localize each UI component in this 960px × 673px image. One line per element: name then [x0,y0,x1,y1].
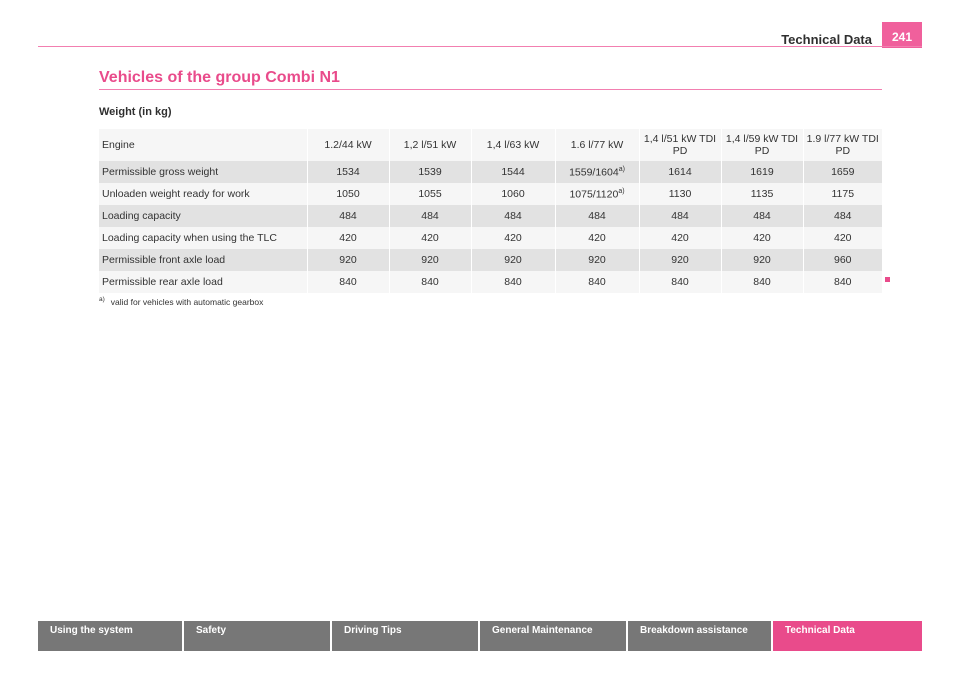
column-header: 1.6 l/77 kW [555,129,640,161]
table-cell: 1614 [639,161,722,183]
header-divider [38,46,922,47]
table-cell: 1050 [307,183,390,205]
table-cell: 1135 [721,183,804,205]
row-label: Unloaden weight ready for work [99,183,308,205]
column-header: 1,4 l/51 kW TDI PD [639,129,722,161]
table-cell: 484 [555,205,640,227]
section-title: Vehicles of the group Combi N1 [99,69,340,86]
table-cell: 420 [639,227,722,249]
table-cell: 484 [471,205,556,227]
table-cell: 1544 [471,161,556,183]
footnote-ref: a) [618,165,625,173]
table-row: Unloaden weight ready for work 1050 1055… [99,183,882,205]
table-cell: 920 [307,249,390,271]
table-cell: 1060 [471,183,556,205]
table-cell: 420 [389,227,472,249]
column-header: 1,4 l/63 kW [471,129,556,161]
table-cell: 1055 [389,183,472,205]
page-number: 241 [882,22,922,48]
nav-tab-using-the-system[interactable]: Using the system [38,621,184,651]
column-header: 1.2/44 kW [307,129,390,161]
table-cell: 1659 [831,166,855,178]
row-label: Permissible gross weight [99,161,308,183]
table-cell: 920 [721,249,804,271]
table-cell: 920 [555,249,640,271]
table-cell: 484 [639,205,722,227]
table-cell: 484 [389,205,472,227]
column-header: Engine [99,129,308,161]
table-row: Loading capacity when using the TLC 420 … [99,227,882,249]
table-cell: 484 [833,210,852,222]
table-cell: 420 [471,227,556,249]
table-cell: 420 [307,227,390,249]
table-cell: 920 [389,249,472,271]
table-cell: 1559/1604a) [555,161,640,183]
table-cell: 420 [833,232,852,244]
table-cell: 1075/1120a) [555,183,640,205]
table-row: Permissible gross weight 1534 1539 1544 … [99,161,882,183]
table-cell: 420 [555,227,640,249]
column-header: 1,2 l/51 kW [389,129,472,161]
nav-tab-general-maintenance[interactable]: General Maintenance [480,621,628,651]
footnote-text: valid for vehicles with automatic gearbo… [110,296,264,307]
chapter-nav: Using the system Safety Driving Tips Gen… [38,621,922,651]
table-cell: 1175 [831,188,855,200]
table-cell: 840 [721,271,804,293]
section-end-marker [885,277,890,282]
table-header-row: Engine 1.2/44 kW 1,2 l/51 kW 1,4 l/63 kW… [99,129,882,161]
table-subheading: Weight (in kg) [99,106,172,118]
table-cell: 840 [639,271,722,293]
row-label: Loading capacity [99,205,308,227]
weight-table: Engine 1.2/44 kW 1,2 l/51 kW 1,4 l/63 kW… [99,129,882,293]
nav-tab-breakdown-assistance[interactable]: Breakdown assistance [628,621,773,651]
nav-tab-safety[interactable]: Safety [184,621,332,651]
table-cell: 484 [721,205,804,227]
table-cell: 840 [307,271,390,293]
footnote: a) valid for vehicles with automatic gear… [99,296,263,307]
row-label: Loading capacity when using the TLC [99,227,308,249]
table-cell: 1539 [389,161,472,183]
section-divider [99,89,882,90]
table-cell: 840 [833,276,852,288]
footnote-ref: a) [618,187,625,195]
table-row: Permissible rear axle load 840 840 840 8… [99,271,882,293]
table-cell: 1619 [721,161,804,183]
nav-tab-driving-tips[interactable]: Driving Tips [332,621,480,651]
table-cell: 920 [639,249,722,271]
table-cell: 920 [471,249,556,271]
footnote-marker: a) [99,296,105,303]
table-cell: 840 [471,271,556,293]
header-title: Technical Data [781,32,872,47]
cell-value: 1075/1120 [569,188,619,201]
table-cell: 484 [307,205,390,227]
table-row: Loading capacity 484 484 484 484 484 484… [99,205,882,227]
column-header: 1,4 l/59 kW TDI PD [721,129,804,161]
table-cell: 1130 [639,183,722,205]
table-row: Permissible front axle load 920 920 920 … [99,249,882,271]
row-label: Permissible front axle load [99,249,308,271]
table-cell: 420 [721,227,804,249]
table-cell: 840 [389,271,472,293]
table-cell: 840 [555,271,640,293]
row-label: Permissible rear axle load [99,271,308,293]
cell-value: 1559/1604 [569,166,619,179]
table-cell: 1534 [307,161,390,183]
table-cell: 960 [833,254,852,266]
column-header: 1.9 l/77 kW TDI PD [806,133,879,157]
nav-tab-technical-data[interactable]: Technical Data [773,621,922,651]
